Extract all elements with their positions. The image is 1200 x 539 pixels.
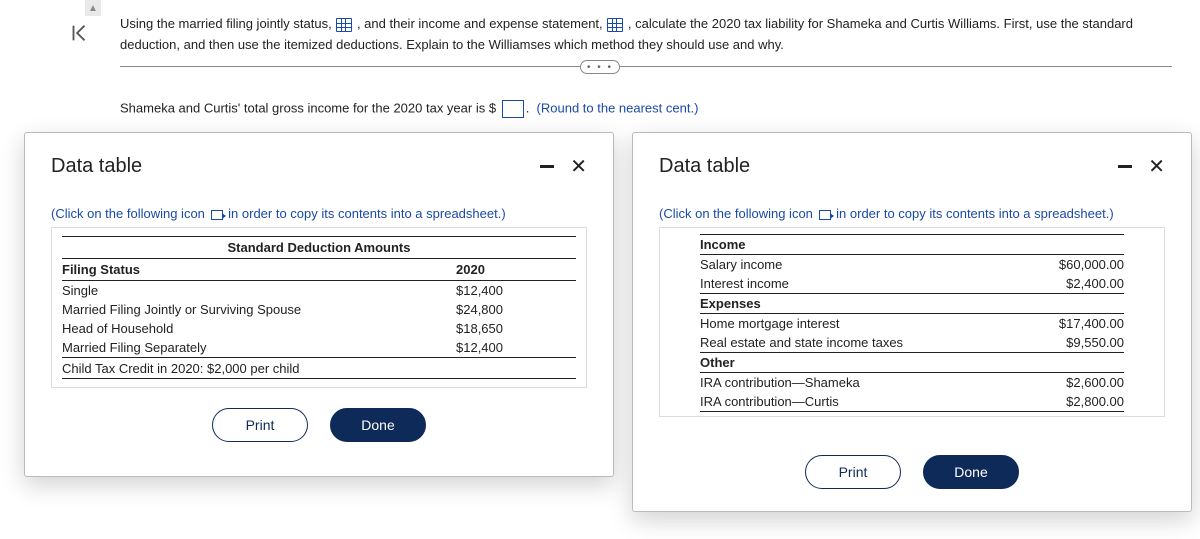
section-title: Standard Deduction Amounts: [62, 236, 576, 259]
table-row: Salary income$60,000.00: [700, 255, 1124, 275]
copy-to-spreadsheet-icon[interactable]: [211, 210, 223, 220]
question-text: Using the married filing jointly status,…: [120, 14, 1180, 56]
expand-ellipsis-button[interactable]: • • •: [580, 60, 620, 74]
close-icon[interactable]: ✕: [570, 157, 587, 177]
collapse-panel-button[interactable]: [64, 18, 94, 48]
table-row: IRA contribution—Curtis$2,800.00: [700, 392, 1124, 412]
close-icon[interactable]: ✕: [1148, 157, 1165, 177]
table-row: Single$12,400: [62, 281, 576, 301]
question-seg2: , and their income and expense statement…: [357, 16, 603, 31]
rounding-hint: (Round to the nearest cent.): [537, 100, 699, 115]
table-row: Head of Household$18,650: [62, 319, 576, 338]
table-row: Married Filing Jointly or Surviving Spou…: [62, 300, 576, 319]
print-button[interactable]: Print: [805, 455, 901, 489]
group-income-head: Income: [700, 235, 1124, 255]
modal-title: Data table: [51, 155, 142, 178]
scroll-up-icon[interactable]: ▲: [85, 0, 101, 16]
col-year: 2020: [456, 259, 576, 281]
copy-to-spreadsheet-icon[interactable]: [819, 210, 831, 220]
standard-deduction-table: Filing Status 2020 Single$12,400 Married…: [62, 259, 576, 383]
data-table-icon[interactable]: [607, 18, 623, 32]
col-filing-status: Filing Status: [62, 259, 456, 281]
standard-deduction-modal: Data table ✕ (Click on the following ico…: [24, 132, 614, 477]
instruct-a: (Click on the following icon: [659, 206, 813, 221]
group-expenses-head: Expenses: [700, 294, 1124, 314]
table-row: Home mortgage interest$17,400.00: [700, 314, 1124, 334]
minimize-icon[interactable]: [1118, 165, 1132, 168]
modal-title: Data table: [659, 155, 750, 178]
done-button[interactable]: Done: [923, 455, 1019, 489]
done-button[interactable]: Done: [330, 408, 426, 442]
answer-input[interactable]: [502, 100, 524, 118]
group-other-head: Other: [700, 353, 1124, 373]
copy-instruction: (Click on the following icon in order to…: [51, 206, 587, 221]
income-expense-modal: Data table ✕ (Click on the following ico…: [632, 132, 1192, 512]
data-table-icon[interactable]: [336, 18, 352, 32]
deduction-table-wrap: Standard Deduction Amounts Filing Status…: [51, 227, 587, 388]
print-button[interactable]: Print: [212, 408, 308, 442]
instruct-a: (Click on the following icon: [51, 206, 205, 221]
income-expense-table: Income Salary income$60,000.00 Interest …: [700, 234, 1124, 412]
table-row: Married Filing Separately$12,400: [62, 338, 576, 358]
table-row: IRA contribution—Shameka$2,600.00: [700, 373, 1124, 393]
table-row: Real estate and state income taxes$9,550…: [700, 333, 1124, 353]
answer-prompt: Shameka and Curtis' total gross income f…: [120, 100, 698, 118]
instruct-b: in order to copy its contents into a spr…: [836, 206, 1114, 221]
chevron-bar-left-icon: [68, 22, 90, 44]
minimize-icon[interactable]: [540, 165, 554, 168]
income-expense-table-wrap: Income Salary income$60,000.00 Interest …: [659, 227, 1165, 417]
table-row: Child Tax Credit in 2020: $2,000 per chi…: [62, 358, 576, 379]
question-seg1: Using the married filing jointly status,: [120, 16, 332, 31]
copy-instruction: (Click on the following icon in order to…: [659, 206, 1165, 221]
instruct-b: in order to copy its contents into a spr…: [228, 206, 506, 221]
divider: [120, 66, 1172, 67]
table-row: Interest income$2,400.00: [700, 274, 1124, 294]
prompt-text: Shameka and Curtis' total gross income f…: [120, 100, 496, 115]
